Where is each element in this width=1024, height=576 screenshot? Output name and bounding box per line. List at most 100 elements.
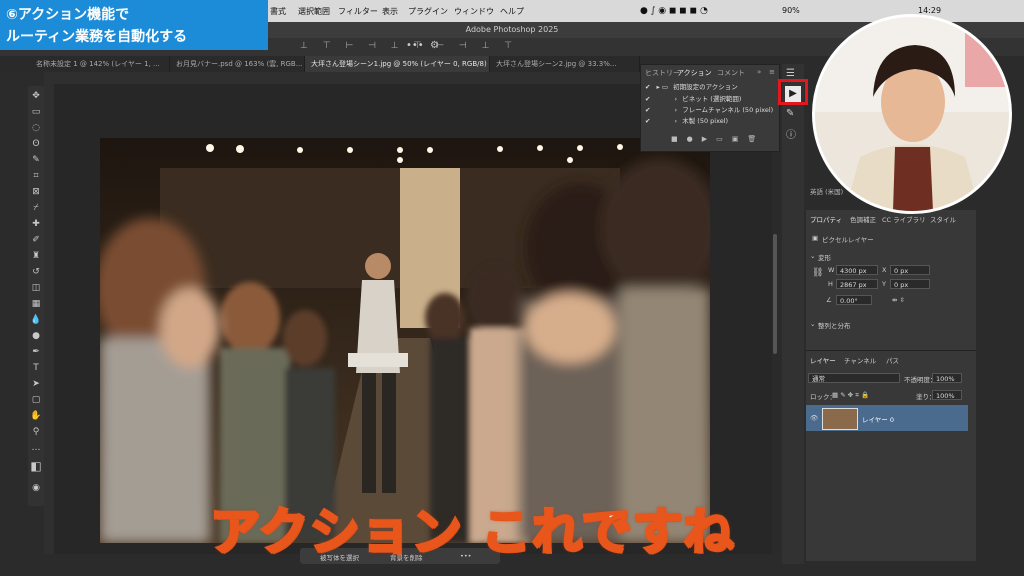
- vertical-scrollbar[interactable]: [772, 84, 778, 554]
- chevron-down-icon[interactable]: ⌄: [810, 252, 815, 260]
- tools-panel: ✥ ▭ ◌ ʘ ✎ ⌗ ⊠ ⌿ ✚ ✐ ♜ ↺ ◫ ▦ 💧 ● ✒ T ➤ ▢ …: [28, 86, 44, 506]
- document-tabs: 名称未設定 1 @ 142% (レイヤー 1, ... お月見バナー.psd @…: [0, 56, 640, 72]
- action-row-wood[interactable]: ✔ › 木製 (50 pixel): [641, 116, 779, 127]
- tab-actions[interactable]: アクション: [677, 68, 712, 78]
- menu-select[interactable]: 選択範囲: [298, 6, 330, 17]
- pen-tool-icon[interactable]: ✒: [30, 346, 42, 358]
- panel-collapse-icon[interactable]: »: [757, 68, 761, 76]
- lock-icons[interactable]: ▦ ✎ ✥ ⌗ 🔒: [832, 391, 869, 400]
- color-swatches-icon[interactable]: ◧: [30, 460, 42, 472]
- tab-history[interactable]: ヒストリー: [645, 68, 680, 78]
- chevron-right-icon: ›: [674, 106, 678, 114]
- stamp-tool-icon[interactable]: ♜: [30, 250, 42, 262]
- tab-doc-1[interactable]: 名称未設定 1 @ 142% (レイヤー 1, ...: [30, 56, 170, 72]
- quick-select-icon[interactable]: ✎: [30, 154, 42, 166]
- tab-doc-4[interactable]: 大坪さん登場シーン2.jpg @ 33.3%...: [490, 56, 640, 72]
- layer-name: レイヤー 0: [862, 416, 895, 424]
- dodge-tool-icon[interactable]: ●: [30, 330, 42, 342]
- tab-adjustments[interactable]: 色調補正: [850, 214, 876, 224]
- frame-tool-icon[interactable]: ⊠: [30, 186, 42, 198]
- menu-filter[interactable]: フィルター: [338, 6, 378, 17]
- info-icon[interactable]: ⓘ: [786, 126, 796, 141]
- type-tool-icon[interactable]: T: [30, 362, 42, 374]
- tab-doc-3[interactable]: 大坪さん登場シーン1.jpg @ 50% (レイヤー 0, RGB/8) *: [305, 56, 490, 72]
- language-label: 英語 (米国): [810, 188, 844, 196]
- brush-tool-icon[interactable]: ✐: [30, 234, 42, 246]
- tab-comments[interactable]: コメント: [717, 68, 745, 78]
- quick-mask-icon[interactable]: ◉: [30, 482, 42, 494]
- properties-panel: 英語 (米国) プロパティ 色調補正 CC ライブラリ スタイル ▣ ピクセルレ…: [806, 188, 976, 350]
- blur-tool-icon[interactable]: 💧: [30, 314, 42, 326]
- angle-icon: ∠: [826, 296, 832, 304]
- zoom-tool-icon[interactable]: ⚲: [30, 426, 42, 438]
- action-row-frame[interactable]: ✔ › フレームチャンネル (50 pixel): [641, 105, 779, 116]
- check-icon: ✔: [645, 117, 651, 125]
- webcam-overlay: [812, 14, 1012, 214]
- layer-type-label: ピクセルレイヤー: [822, 236, 874, 244]
- width-field[interactable]: 4300 px: [836, 265, 878, 275]
- chevron-right-icon: ›: [674, 117, 678, 125]
- more-icon[interactable]: •••: [406, 40, 424, 51]
- blend-mode-select[interactable]: 通常: [808, 373, 900, 383]
- tab-layers[interactable]: レイヤー: [810, 355, 836, 365]
- event-photo: [100, 138, 710, 543]
- tab-styles[interactable]: スタイル: [930, 214, 956, 224]
- move-tool-icon[interactable]: ✥: [30, 90, 42, 102]
- panel-menu-icon[interactable]: ≡: [769, 68, 775, 76]
- action-controls[interactable]: ■●▶▭▣🗑: [671, 135, 765, 143]
- tab-doc-2[interactable]: お月見バナー.psd @ 163% (雲, RGB...: [170, 56, 305, 72]
- panel-icon-comment[interactable]: ✎: [786, 108, 794, 119]
- eraser-tool-icon[interactable]: ◫: [30, 282, 42, 294]
- menu-plugins[interactable]: プラグイン: [408, 6, 448, 17]
- fill-field[interactable]: 100%: [932, 390, 962, 400]
- pixel-layer-icon: ▣: [812, 234, 819, 242]
- lasso-tool-icon[interactable]: ʘ: [30, 138, 42, 150]
- eye-icon[interactable]: 👁: [810, 414, 818, 422]
- tab-properties[interactable]: プロパティ: [810, 214, 842, 224]
- gradient-tool-icon[interactable]: ▦: [30, 298, 42, 310]
- height-field[interactable]: 2867 px: [836, 279, 878, 289]
- shape-tool-icon[interactable]: ▢: [30, 394, 42, 406]
- action-set-row[interactable]: ✔ ▸ ▭ 初期設定のアクション: [641, 82, 779, 93]
- marquee-tool-icon[interactable]: ◌: [30, 122, 42, 134]
- artboard-tool-icon[interactable]: ▭: [30, 106, 42, 118]
- check-icon: ✔: [645, 106, 651, 114]
- more-tools-icon[interactable]: …: [30, 442, 42, 454]
- healing-brush-icon[interactable]: ✚: [30, 218, 42, 230]
- y-field[interactable]: 0 px: [890, 279, 930, 289]
- layers-panel: レイヤー チャンネル パス 通常 不透明度： 100% ロック： ▦ ✎ ✥ ⌗…: [806, 350, 976, 561]
- menu-help[interactable]: ヘルプ: [500, 6, 524, 17]
- chevron-down-icon[interactable]: ⌄: [810, 320, 815, 328]
- chevron-right-icon: ›: [674, 95, 678, 103]
- eyedropper-icon[interactable]: ⌿: [30, 202, 42, 214]
- path-select-icon[interactable]: ➤: [30, 378, 42, 390]
- play-button-highlight: [778, 79, 808, 105]
- link-icon[interactable]: ⛓: [812, 268, 823, 278]
- panel-icon-history[interactable]: ☰: [786, 68, 795, 79]
- flip-icons[interactable]: ⇹ ⇳: [892, 296, 905, 304]
- badge-line-1: ⑥アクション機能で: [6, 7, 130, 23]
- layer-row[interactable]: 👁 レイヤー 0: [806, 405, 968, 431]
- menu-view[interactable]: 表示: [382, 6, 398, 17]
- opacity-field[interactable]: 100%: [932, 373, 962, 383]
- badge-line-2: ルーティン業務を自動化する: [6, 29, 188, 45]
- angle-field[interactable]: 0.00°: [836, 295, 872, 305]
- hand-tool-icon[interactable]: ✋: [30, 410, 42, 422]
- scroll-thumb[interactable]: [773, 234, 777, 354]
- video-subtitle: アクション これですね: [209, 502, 735, 563]
- crop-tool-icon[interactable]: ⌗: [30, 170, 42, 182]
- gear-icon[interactable]: ⚙: [430, 40, 439, 51]
- vertical-ruler: [44, 84, 54, 554]
- menu-window[interactable]: ウィンドウ: [454, 6, 494, 17]
- tab-cc-libraries[interactable]: CC ライブラリ: [882, 214, 926, 224]
- actions-panel: ヒストリー アクション コメント » ≡ ✔ ▸ ▭ 初期設定のアクション ✔ …: [640, 64, 780, 152]
- tab-channels[interactable]: チャンネル: [844, 355, 876, 365]
- layer-thumbnail: [822, 408, 858, 430]
- history-brush-icon[interactable]: ↺: [30, 266, 42, 278]
- menu-format[interactable]: 書式: [270, 6, 286, 17]
- action-row-vignette[interactable]: ✔ › ビネット (選択範囲): [641, 94, 779, 105]
- status-icons: ● ∫ ◉ ◼ ◼ ◼ ◔: [640, 6, 708, 16]
- x-field[interactable]: 0 px: [890, 265, 930, 275]
- tab-paths[interactable]: パス: [886, 355, 899, 365]
- document-photo[interactable]: [100, 138, 710, 543]
